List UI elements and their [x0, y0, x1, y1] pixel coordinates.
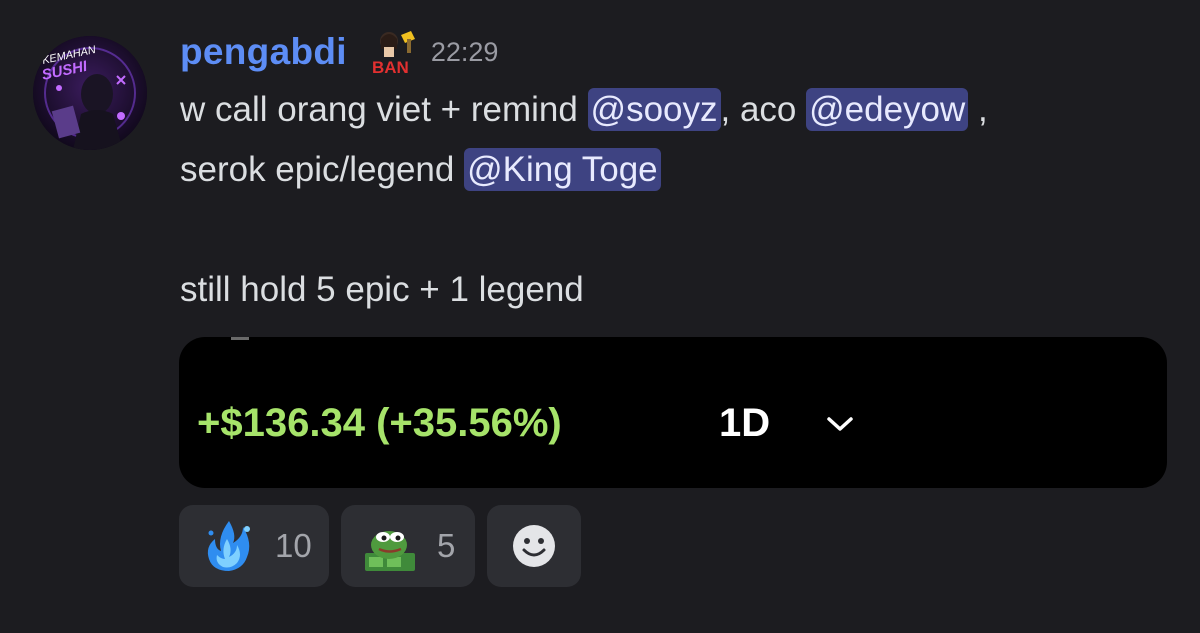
message-content: w call orang viet + remind @sooyz, aco @… [180, 80, 1170, 320]
message-line-1: w call orang viet + remind @sooyz, aco @… [180, 80, 1170, 140]
pnl-value: +$136.34 (+35.56%) [197, 401, 562, 445]
image-attachment[interactable]: +$136.34 (+35.56%) 1D [179, 337, 1167, 488]
reaction-pepe-money[interactable]: 5 [341, 505, 475, 587]
embed-tick-mark [231, 337, 249, 340]
reaction-blue-fire[interactable]: 10 [179, 505, 329, 587]
message-line-3: still hold 5 epic + 1 legend [180, 270, 584, 309]
user-avatar[interactable]: KEMAHAN SUSHI [33, 36, 147, 150]
blue-fire-emoji-icon [207, 521, 250, 571]
reaction-count: 5 [437, 527, 456, 564]
add-reaction-button[interactable] [487, 505, 581, 587]
text-segment: w call orang viet + remind [180, 90, 588, 129]
reactions-bar: 10 5 [179, 505, 581, 587]
mention-edeyow[interactable]: @edeyow [806, 88, 969, 131]
chat-message: KEMAHAN SUSHI pengabdi BAN 22:29 w call … [0, 0, 1200, 633]
message-header: pengabdi BAN 22:29 [180, 26, 498, 78]
author-username[interactable]: pengabdi [180, 31, 347, 73]
chevron-down-icon[interactable] [825, 413, 855, 435]
mention-king-toge[interactable]: @King Toge [464, 148, 661, 191]
text-segment: , aco [720, 90, 807, 129]
ban-role-badge[interactable]: BAN [367, 27, 421, 77]
ban-badge-text: BAN [372, 58, 409, 77]
avatar-image: KEMAHAN SUSHI [33, 36, 147, 150]
mention-sooyz[interactable]: @sooyz [587, 88, 721, 131]
message-timestamp: 22:29 [430, 36, 499, 67]
text-segment: serok epic/legend [180, 150, 465, 189]
pepe-money-emoji-icon [365, 531, 415, 571]
period-selector[interactable]: 1D [719, 401, 770, 446]
message-line-2: serok epic/legend @King Toge [180, 140, 1170, 200]
smiley-add-reaction-icon [513, 525, 555, 567]
reaction-count: 10 [275, 527, 312, 564]
text-segment: , [968, 90, 988, 129]
